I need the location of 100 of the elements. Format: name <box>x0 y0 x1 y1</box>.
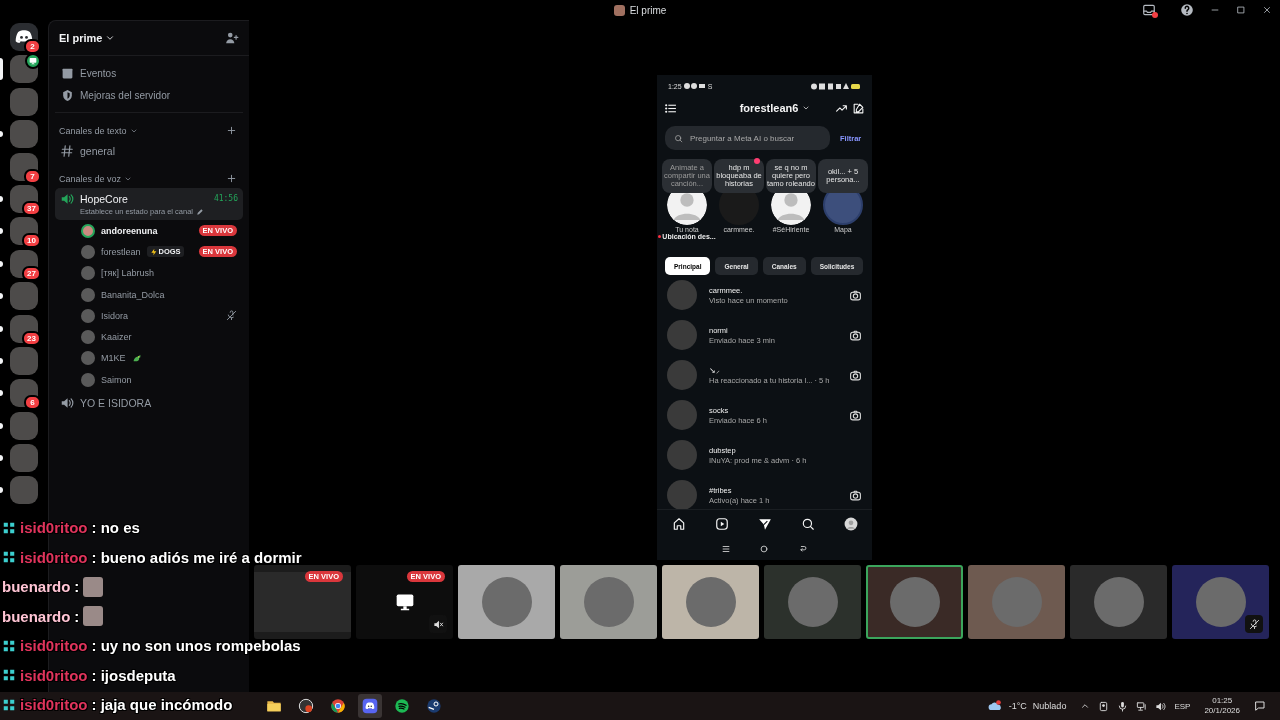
home-circle-icon[interactable] <box>759 544 770 554</box>
unread-count-badge: 10 <box>22 233 41 249</box>
chat-message: : uy no son unos rompebolas <box>91 637 301 655</box>
server-item[interactable]: 10 <box>0 216 48 247</box>
record-icon <box>298 698 314 714</box>
emote-placeholder <box>83 606 104 627</box>
account-switcher[interactable]: forestlean6 <box>739 102 811 114</box>
chevron-up-icon[interactable] <box>1080 701 1091 711</box>
server-item[interactable]: 27 <box>0 248 48 279</box>
menu-item[interactable]: Eventos <box>55 62 243 84</box>
voice-member[interactable]: Saimon <box>55 369 243 391</box>
shield-icon <box>61 88 74 102</box>
language-indicator[interactable]: ESP <box>1174 701 1191 711</box>
plus-icon[interactable] <box>226 125 237 136</box>
search-field[interactable]: Preguntar a Meta AI o buscar <box>665 126 830 150</box>
server-item[interactable]: 7 <box>0 151 48 182</box>
voice-member[interactable]: Bananita_Dolca <box>55 283 243 306</box>
music-icon <box>394 698 410 714</box>
location-dot <box>658 235 662 238</box>
network-icon[interactable] <box>1136 700 1148 712</box>
add-user-icon[interactable] <box>225 31 239 45</box>
chat-username: isid0ritoo <box>20 637 88 655</box>
pencil-icon <box>196 207 204 216</box>
category-header[interactable]: Canales de voz <box>59 173 133 184</box>
menu-item[interactable]: Mejoras del servidor <box>55 84 243 106</box>
lightning-icon <box>149 247 158 256</box>
menu-icon[interactable] <box>721 544 732 554</box>
monitor-icon <box>394 592 415 612</box>
chat-message: : bueno adiós me iré a dormir <box>91 548 302 566</box>
avatar-placeholder <box>1093 577 1144 627</box>
paper-plane-icon[interactable] <box>757 517 772 531</box>
avatar-placeholder <box>667 360 697 390</box>
server-icon-placeholder[interactable] <box>10 379 38 408</box>
video-tile[interactable] <box>1172 565 1269 639</box>
video-tile[interactable] <box>662 565 759 639</box>
folder-icon <box>266 698 282 714</box>
search-icon[interactable] <box>800 517 815 531</box>
voice-member[interactable]: [тяк] Labrush <box>55 262 243 284</box>
server-item[interactable]: 6 <box>0 378 48 409</box>
server-avatar-placeholder <box>613 4 625 16</box>
plus-icon[interactable] <box>226 173 237 184</box>
chat-username: isid0ritoo <box>20 666 88 684</box>
avatar-placeholder <box>667 440 697 470</box>
server-item[interactable]: 23 <box>0 313 48 344</box>
camera-icon[interactable] <box>849 488 862 502</box>
chevron-down-icon <box>802 104 811 112</box>
microphone-icon[interactable] <box>1117 700 1129 712</box>
emote-placeholder <box>83 576 104 597</box>
server-item[interactable]: 2 <box>0 22 48 52</box>
chat-message: : <box>74 578 80 596</box>
channel-item[interactable]: general <box>55 140 243 161</box>
help-icon[interactable] <box>1180 3 1194 17</box>
back-icon[interactable] <box>797 544 808 554</box>
video-tile[interactable] <box>764 565 861 639</box>
edit-icon[interactable] <box>852 101 865 115</box>
close-icon[interactable] <box>1262 5 1272 15</box>
server-item[interactable]: 37 <box>0 183 48 214</box>
menu-icon[interactable] <box>664 101 677 115</box>
camera-icon[interactable] <box>849 288 862 302</box>
inbox-icon[interactable] <box>1142 3 1156 17</box>
avatar-placeholder <box>667 320 697 350</box>
video-tile[interactable] <box>458 565 555 639</box>
home-button[interactable] <box>10 23 38 51</box>
voice-member[interactable]: Kaaizer <box>55 326 243 348</box>
profile-avatar-icon[interactable] <box>843 517 858 531</box>
camera-icon[interactable] <box>849 328 862 342</box>
chat-message: : ijosdeputa <box>91 666 176 684</box>
home-icon[interactable] <box>671 517 686 531</box>
camera-icon[interactable] <box>849 408 862 422</box>
avatar-placeholder <box>667 400 697 430</box>
video-tile[interactable] <box>560 565 657 639</box>
chat-username: isid0ritoo <box>20 519 88 537</box>
notifications-icon[interactable] <box>1254 700 1266 712</box>
video-tile[interactable] <box>968 565 1065 639</box>
browser-icon <box>330 698 346 714</box>
notification-dot <box>1152 12 1158 18</box>
play-icon[interactable] <box>714 517 729 531</box>
avatar-placeholder <box>1195 577 1246 627</box>
camera-icon[interactable] <box>1098 700 1110 712</box>
voice-member[interactable]: Isidora <box>55 305 243 327</box>
camera-icon[interactable] <box>849 368 862 382</box>
clock[interactable]: 01:25 20/1/2026 <box>1204 695 1240 717</box>
category-header[interactable]: Canales de texto <box>59 125 138 136</box>
status-icons <box>811 82 861 90</box>
video-tile[interactable] <box>866 565 963 639</box>
server-name-dropdown[interactable]: El prime <box>59 32 116 44</box>
speaker-icon <box>60 395 74 410</box>
avatar-placeholder <box>991 577 1042 627</box>
volume-icon[interactable] <box>1155 700 1167 712</box>
video-tile[interactable] <box>1070 565 1167 639</box>
voice-member[interactable]: M1KE <box>55 347 243 370</box>
maximize-icon[interactable] <box>1236 5 1246 15</box>
weather-widget[interactable]: -1°C Nublado <box>986 699 1067 713</box>
hash-icon <box>60 143 74 158</box>
avatar-placeholder <box>685 577 736 627</box>
taskbar-app[interactable] <box>358 694 382 718</box>
unread-count-badge: 2 <box>24 39 41 54</box>
avatar-placeholder <box>583 577 634 627</box>
channel-item[interactable]: YO E ISIDORA <box>55 392 243 414</box>
chat-username: isid0ritoo <box>20 548 88 566</box>
